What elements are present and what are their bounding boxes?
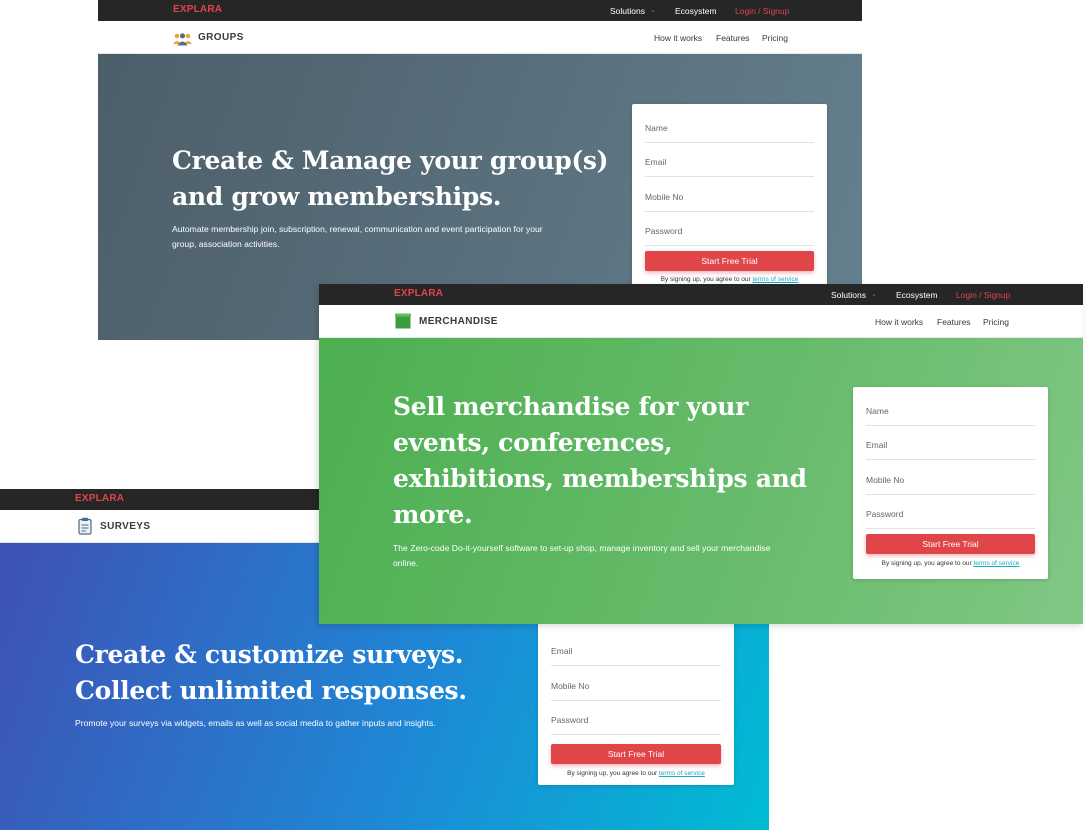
- login-signup-link[interactable]: Login / Signup: [735, 4, 789, 18]
- chevron-down-icon: ⌄: [871, 291, 877, 298]
- product-name: MERCHANDISE: [419, 316, 498, 327]
- headline-line: events, conferences,: [393, 428, 673, 457]
- terms-notice: By signing up, you agree to our terms of…: [567, 770, 705, 777]
- product-bar: MERCHANDISE How it works Features Pricin…: [319, 305, 1083, 338]
- features-link[interactable]: Features: [716, 32, 750, 44]
- signup-form: Name Email Mobile No Password Start Free…: [632, 104, 827, 304]
- hero-section: Sell merchandise for your events, confer…: [319, 338, 1083, 624]
- top-bar: EXPLARA Solutions ⌄ Ecosystem Login / Si…: [319, 284, 1083, 305]
- hero-subtext: Automate membership join, subscription, …: [172, 224, 543, 249]
- pricing-link[interactable]: Pricing: [983, 316, 1009, 328]
- hero-subtext: The Zero-code Do-it-yourself software to…: [393, 543, 771, 568]
- hero-headline: Create & customize surveys. Collect unli…: [75, 637, 467, 709]
- headline-line: and grow memberships.: [172, 182, 502, 211]
- clipboard-icon: [78, 517, 92, 539]
- mobile-field[interactable]: Mobile No: [551, 679, 721, 701]
- features-link[interactable]: Features: [937, 316, 971, 328]
- terms-link[interactable]: terms of service: [752, 276, 798, 283]
- product-name: SURVEYS: [100, 521, 151, 532]
- name-field[interactable]: Name: [645, 121, 814, 143]
- name-field[interactable]: Name: [866, 404, 1035, 426]
- top-bar: EXPLARA Solutions ⌄ Ecosystem Login / Si…: [98, 0, 862, 21]
- password-field[interactable]: Password: [866, 507, 1035, 529]
- top-nav: Solutions ⌄ Ecosystem Login / Signup: [98, 4, 862, 18]
- start-free-trial-button[interactable]: Start Free Trial: [645, 251, 814, 271]
- headline-line: exhibitions, memberships and: [393, 464, 807, 493]
- hero-headline: Sell merchandise for your events, confer…: [393, 389, 807, 533]
- email-field[interactable]: Email: [551, 644, 721, 666]
- explara-logo[interactable]: EXPLARA: [75, 493, 124, 505]
- pricing-link[interactable]: Pricing: [762, 32, 788, 44]
- ecosystem-link[interactable]: Ecosystem: [675, 4, 717, 18]
- headline-line: Create & Manage your group(s): [172, 146, 609, 175]
- mobile-field[interactable]: Mobile No: [866, 473, 1035, 495]
- terms-link[interactable]: terms of service: [659, 770, 705, 777]
- email-field[interactable]: Email: [645, 155, 814, 177]
- start-free-trial-button[interactable]: Start Free Trial: [866, 534, 1035, 554]
- chevron-down-icon: ⌄: [650, 7, 656, 14]
- hero-subtext: Promote your surveys via widgets, emails…: [75, 718, 436, 728]
- product-bar: GROUPS How it works Features Pricing: [98, 21, 862, 54]
- product-name: GROUPS: [198, 32, 244, 43]
- green-box-icon: [395, 313, 411, 333]
- login-signup-link[interactable]: Login / Signup: [956, 288, 1010, 302]
- headline-line: Create & customize surveys.: [75, 640, 464, 669]
- terms-notice: By signing up, you agree to our terms of…: [660, 276, 799, 283]
- top-nav: Solutions ⌄ Ecosystem Login / Signup: [319, 288, 1083, 302]
- how-it-works-link[interactable]: How it works: [654, 32, 702, 44]
- how-it-works-link[interactable]: How it works: [875, 316, 923, 328]
- headline-line: Sell merchandise for your: [393, 392, 748, 421]
- solutions-menu[interactable]: Solutions: [831, 288, 866, 302]
- email-field[interactable]: Email: [866, 438, 1035, 460]
- terms-link[interactable]: terms of service: [973, 560, 1019, 567]
- hero-headline: Create & Manage your group(s) and grow m…: [172, 143, 609, 215]
- ecosystem-link[interactable]: Ecosystem: [896, 288, 938, 302]
- solutions-menu[interactable]: Solutions: [610, 4, 645, 18]
- password-field[interactable]: Password: [551, 713, 721, 735]
- people-group-icon: [173, 31, 192, 50]
- mobile-field[interactable]: Mobile No: [645, 190, 814, 212]
- terms-notice: By signing up, you agree to our terms of…: [881, 560, 1020, 567]
- headline-line: Collect unlimited responses.: [75, 676, 467, 705]
- start-free-trial-button[interactable]: Start Free Trial: [551, 744, 721, 764]
- headline-line: more.: [393, 500, 473, 529]
- password-field[interactable]: Password: [645, 224, 814, 246]
- signup-form: Name Email Mobile No Password Start Free…: [853, 387, 1048, 579]
- merchandise-screenshot: EXPLARA Solutions ⌄ Ecosystem Login / Si…: [319, 284, 1083, 624]
